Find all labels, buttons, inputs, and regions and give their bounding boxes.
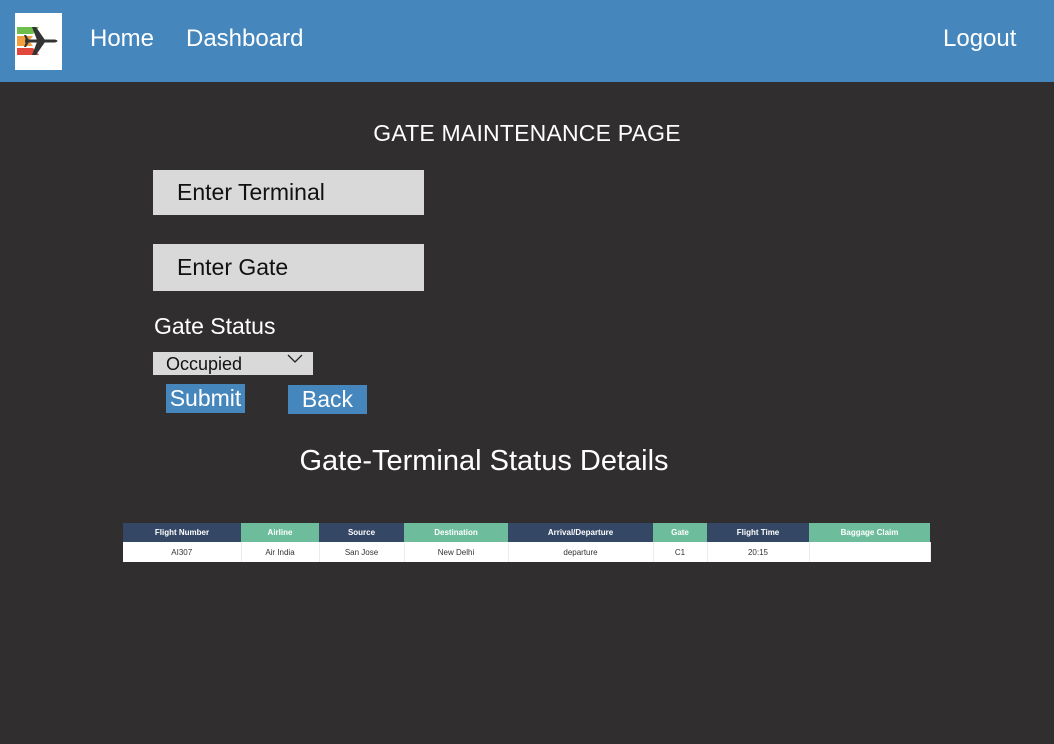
column-header: Baggage Claim	[809, 523, 930, 542]
gate-status-table: Flight Number Airline Source Destination…	[123, 523, 931, 562]
table-cell: Air India	[241, 542, 320, 562]
back-button[interactable]: Back	[288, 385, 367, 414]
column-header: Flight Number	[123, 523, 241, 542]
table-header-row: Flight Number Airline Source Destination…	[123, 523, 930, 542]
gate-status-label: Gate Status	[154, 313, 276, 339]
table-cell: New Delhi	[404, 542, 509, 562]
airplane-logo-icon[interactable]	[15, 13, 62, 70]
gate-input[interactable]	[153, 244, 424, 291]
top-navbar: Home Dashboard Logout	[0, 0, 1054, 82]
table-cell: departure	[508, 542, 654, 562]
page-title: GATE MAINTENANCE PAGE	[373, 120, 681, 146]
table-cell: AI307	[123, 542, 242, 562]
nav-dashboard-link[interactable]: Dashboard	[186, 24, 303, 54]
table-cell: 20:15	[707, 542, 810, 562]
column-header: Arrival/Departure	[508, 523, 653, 542]
table-row: AI307 Air India San Jose New Delhi depar…	[123, 542, 931, 562]
column-header: Airline	[241, 523, 319, 542]
column-header: Destination	[404, 523, 508, 542]
column-header: Source	[319, 523, 404, 542]
table-cell: C1	[653, 542, 708, 562]
nav-home-link[interactable]: Home	[90, 24, 154, 54]
section-title: Gate-Terminal Status Details	[299, 445, 669, 477]
table-cell	[809, 542, 931, 562]
column-header: Gate	[653, 523, 707, 542]
nav-logout-link[interactable]: Logout	[943, 24, 1016, 54]
chevron-down-icon[interactable]	[287, 352, 303, 366]
table-cell: San Jose	[319, 542, 405, 562]
submit-button[interactable]: Submit	[166, 384, 245, 413]
terminal-input[interactable]	[153, 170, 424, 215]
column-header: Flight Time	[707, 523, 809, 542]
gate-status-selected-value: Occupied	[166, 354, 243, 374]
